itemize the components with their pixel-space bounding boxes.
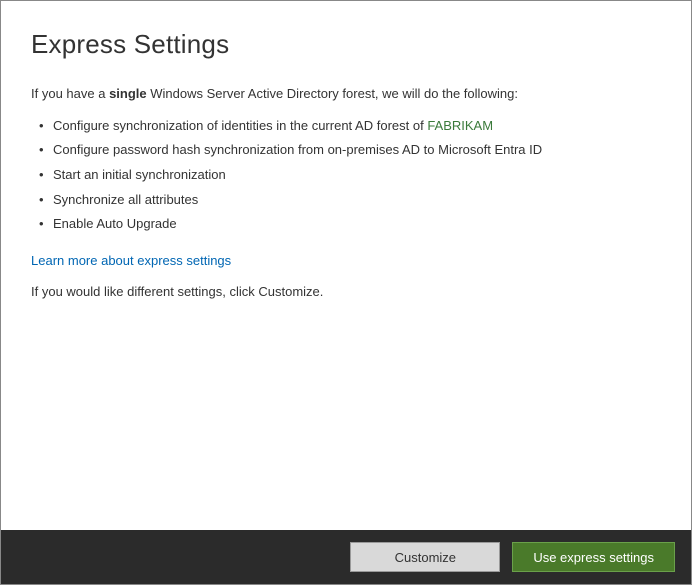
bullet-item: Configure password hash synchronization … [37,138,661,163]
bullet-text: Configure password hash synchronization … [53,142,542,157]
bullet-text: Enable Auto Upgrade [53,216,177,231]
intro-text: If you have a single Windows Server Acti… [31,84,661,104]
footer-bar: Customize Use express settings [1,530,691,584]
intro-bold: single [109,86,147,101]
bullet-item: Enable Auto Upgrade [37,212,661,237]
content-area: Express Settings If you have a single Wi… [1,1,691,530]
use-express-settings-button[interactable]: Use express settings [512,542,675,572]
bullet-text: Configure synchronization of identities … [53,118,427,133]
intro-prefix: If you have a [31,86,109,101]
learn-more-link[interactable]: Learn more about express settings [31,253,231,268]
bullet-item: Configure synchronization of identities … [37,114,661,139]
bullet-item: Synchronize all attributes [37,188,661,213]
intro-suffix: Windows Server Active Directory forest, … [147,86,518,101]
customize-button[interactable]: Customize [350,542,500,572]
bullet-text: Start an initial synchronization [53,167,226,182]
bullet-list: Configure synchronization of identities … [31,114,661,237]
bullet-text: Synchronize all attributes [53,192,198,207]
customize-note: If you would like different settings, cl… [31,284,661,299]
bullet-item: Start an initial synchronization [37,163,661,188]
page-title: Express Settings [31,29,661,60]
forest-name: FABRIKAM [427,118,493,133]
